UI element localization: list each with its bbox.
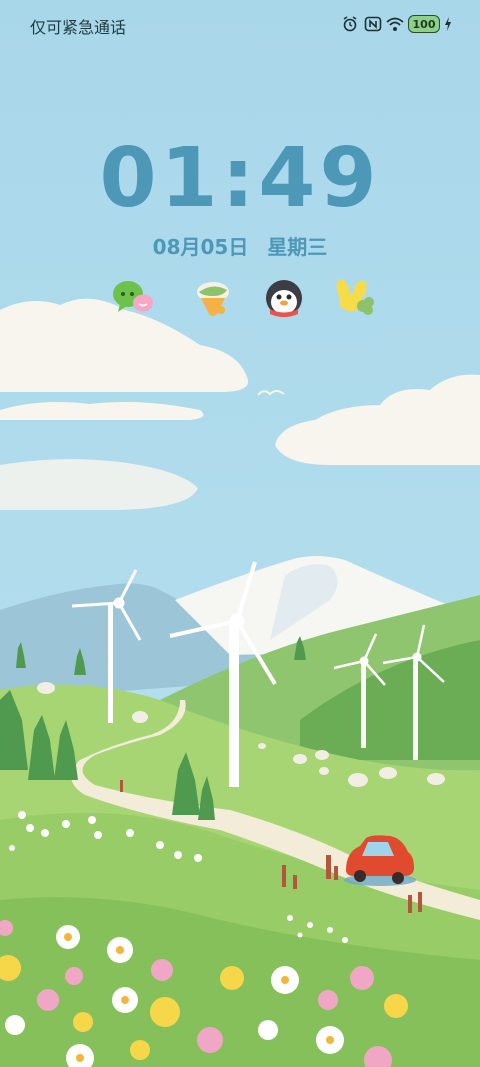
weekday-text: 星期三 bbox=[267, 235, 328, 259]
alarm-icon bbox=[343, 16, 357, 32]
carrier-text: 仅可紧急通话 bbox=[30, 18, 127, 37]
penguin-app-icon[interactable] bbox=[262, 276, 306, 320]
lockscreen-shortcuts bbox=[0, 276, 480, 322]
ice-cream-app-icon[interactable] bbox=[191, 276, 235, 320]
wechat-icon[interactable] bbox=[110, 276, 154, 320]
battery-icon: 100 bbox=[408, 15, 440, 33]
nfc-icon bbox=[364, 16, 382, 32]
wifi-icon bbox=[386, 17, 404, 31]
lockscreen-clock: 01:49 bbox=[99, 131, 381, 226]
status-icons: 100 bbox=[342, 14, 452, 34]
flower-app-icon[interactable] bbox=[333, 276, 377, 320]
charging-icon bbox=[445, 17, 451, 31]
status-bar: 仅可紧急通话 100 bbox=[0, 0, 480, 48]
date-text: 08月05日 bbox=[152, 235, 249, 259]
lockscreen-date: 08月05日 星期三 bbox=[0, 231, 480, 260]
